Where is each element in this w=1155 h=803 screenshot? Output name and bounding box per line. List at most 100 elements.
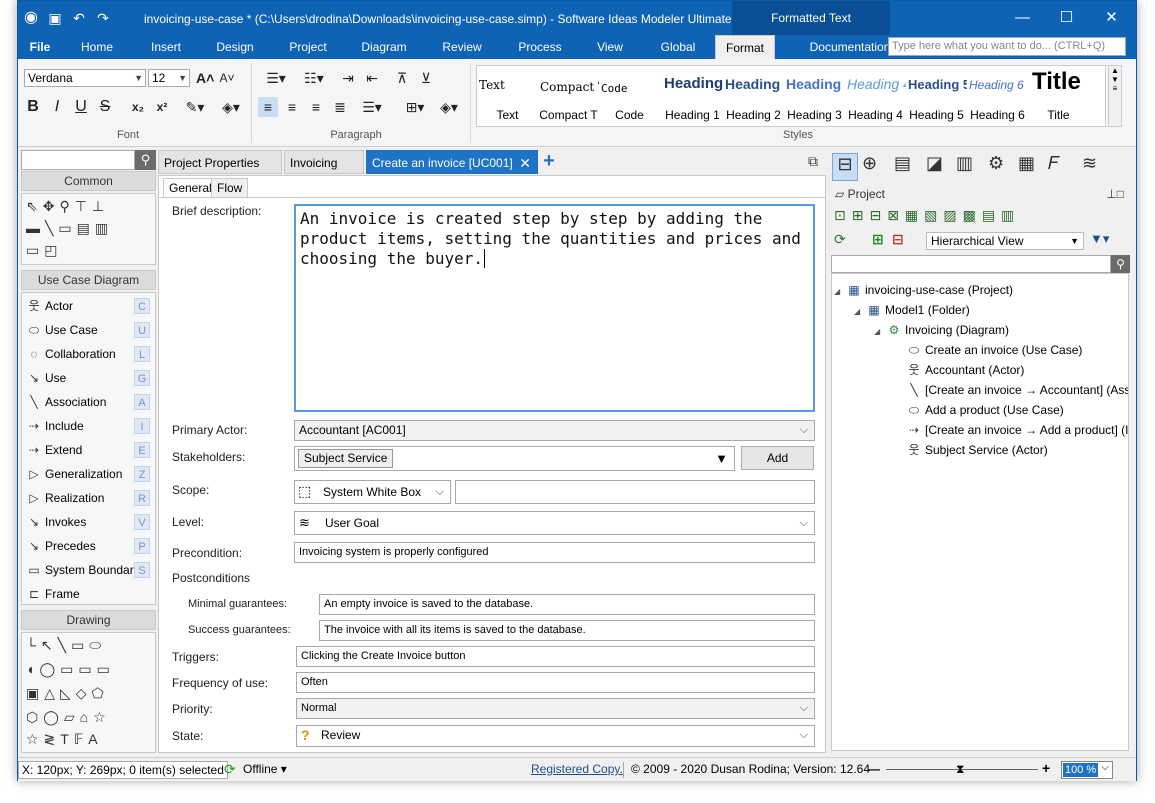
minimal-guarantees-input[interactable]: An empty invoice is saved to the databas…	[319, 594, 815, 615]
text-tool-icons[interactable]: ☆≷T𝔽A	[26, 731, 103, 748]
container-tool-icons[interactable]: ▭◰	[26, 242, 62, 259]
tab-create-an-invoice[interactable]: Create an invoice [UC001] ✕	[366, 150, 538, 174]
style-title[interactable]: Title Title	[1028, 66, 1100, 126]
state-select[interactable]: ? Review ⌵	[296, 725, 815, 747]
shape-tool-icons[interactable]: ▬╲▭▤▥	[26, 220, 113, 237]
tab-review[interactable]: Review	[430, 35, 494, 59]
zoom-select[interactable]: 100 % ⌵	[1061, 761, 1113, 779]
command-search-input[interactable]: Type here what you want to do... (CTRL+Q…	[888, 37, 1126, 56]
level-select[interactable]: ≋ User Goal ⌵	[294, 511, 815, 535]
tree-item[interactable]: ⇢ [Create an invoice → Add a product] (In…	[906, 420, 1128, 440]
view-mode-select[interactable]: Hierarchical View ▼	[926, 232, 1084, 250]
project-search-input[interactable]	[831, 255, 1111, 273]
close-button[interactable]: ✕	[1089, 1, 1134, 35]
project-action-icons[interactable]: ⊡⊞⊟⊠▦▧▨▩▤▥	[834, 207, 1020, 224]
curve-tool-icons[interactable]: ◖◯▭▭▭	[26, 661, 115, 678]
shape-tool-icons-2[interactable]: ⬡◯▱⌂☆	[26, 709, 111, 726]
close-tab-icon[interactable]: ✕	[519, 151, 531, 175]
tab-view[interactable]: View	[584, 35, 636, 59]
search-panel-icon[interactable]: ⊕	[862, 153, 877, 174]
bold-button[interactable]: B	[24, 97, 42, 117]
strikethrough-button[interactable]: S	[96, 97, 114, 117]
tool-use-case[interactable]: ⬭ Use Case U	[26, 319, 154, 341]
maximize-button[interactable]: ☐	[1044, 1, 1089, 35]
tab-insert[interactable]: Insert	[138, 35, 194, 59]
align-middle-icon[interactable]: ⊼	[392, 68, 412, 88]
project-tree-icon[interactable]: ⊟	[832, 153, 858, 181]
tool-frame[interactable]: ⊏ Frame	[26, 583, 154, 605]
tree-item[interactable]: ╲ [Create an invoice → Accountant] (Assoc	[906, 380, 1128, 400]
registered-copy-link[interactable]: Registered Copy.	[531, 762, 623, 776]
style-heading-1[interactable]: Heading Heading 1	[662, 66, 723, 126]
triggers-input[interactable]: Clicking the Create Invoice button	[296, 646, 815, 667]
tree-item[interactable]: ◢ ▦ Model1 (Folder)	[854, 300, 970, 320]
app-logo-icon[interactable]: ◉	[22, 9, 40, 27]
polygon-tool-icons[interactable]: ▣△◺◇⬠	[26, 685, 109, 702]
line-tool-icons[interactable]: └↖╲▭⬭	[26, 637, 106, 654]
font-family-combo[interactable]: Verdana ▼	[24, 69, 146, 87]
italic-button[interactable]: I	[48, 97, 66, 117]
justify-button[interactable]: ≣	[330, 97, 350, 117]
scope-detail-input[interactable]	[455, 480, 815, 504]
dropdown-arrow-icon[interactable]: ▼	[715, 449, 728, 468]
tool-include[interactable]: ⇢ Include I	[26, 415, 154, 437]
pin-icon[interactable]: ⊥□	[1106, 185, 1124, 203]
indent-increase-icon[interactable]: ⇥	[338, 68, 358, 88]
style-compact-text[interactable]: Compact TextCompact T	[538, 66, 599, 126]
offline-status[interactable]: Offline ▾	[243, 762, 287, 776]
tool-extend[interactable]: ⇢ Extend E	[26, 439, 154, 461]
style-heading-3[interactable]: Heading 3Heading 3	[784, 66, 845, 126]
panel-switch-icon[interactable]: ⧉	[808, 153, 818, 170]
tab-design[interactable]: Design	[206, 35, 264, 59]
subscript-button[interactable]: x₂	[128, 97, 148, 117]
grow-font-icon[interactable]: A˄	[196, 68, 214, 88]
stakeholder-chip[interactable]: Subject Service	[298, 449, 394, 468]
settings-icon[interactable]: ⚙	[988, 153, 1004, 174]
tree-item[interactable]: ⬭ Create an invoice (Use Case)	[906, 340, 1083, 360]
align-left-button[interactable]: ≡	[258, 97, 278, 117]
priority-select[interactable]: Normal ⌵	[296, 698, 815, 719]
print-icon[interactable]: ▦	[1018, 153, 1035, 174]
collapse-all-icon[interactable]: ⊟	[892, 231, 904, 248]
zoom-slider-thumb[interactable]: ⧗	[956, 762, 964, 777]
expand-all-icon[interactable]: ⊞	[872, 231, 884, 248]
tree-item[interactable]: 웃 Accountant (Actor)	[906, 360, 1024, 380]
border-icon[interactable]: ⊞▾	[400, 97, 430, 117]
tab-home[interactable]: Home	[72, 35, 122, 59]
primary-actor-select[interactable]: Accountant [AC001] ⌵	[294, 420, 815, 441]
common-tool-icons[interactable]: ⇖✥⚲⊤⊥	[26, 198, 109, 215]
brief-description-editor[interactable]: An invoice is created step by step by ad…	[294, 204, 815, 412]
superscript-button[interactable]: x²	[152, 97, 172, 117]
filter-icon[interactable]: ▼▾	[1090, 231, 1109, 247]
style-heading-6[interactable]: Heading 6 Heading 6	[967, 66, 1028, 126]
align-center-button[interactable]: ≡	[282, 97, 302, 117]
style-heading-2[interactable]: Heading 2Heading 2	[723, 66, 784, 126]
add-stakeholder-button[interactable]: Add	[741, 446, 814, 470]
tool-association[interactable]: ╲ Association A	[26, 391, 154, 413]
tab-diagram[interactable]: Diagram	[352, 35, 416, 59]
font-size-combo[interactable]: 12 ▼	[148, 69, 190, 87]
scope-select[interactable]: ⬚ System White Box ⌵	[294, 480, 451, 504]
line-spacing-icon[interactable]: ☰▾	[358, 97, 386, 117]
font-color-icon[interactable]: ✎▾	[182, 97, 208, 117]
zoom-out-icon[interactable]: —	[868, 762, 880, 776]
tool-generalization[interactable]: ▷ Generalization Z	[26, 463, 154, 485]
tab-invoicing[interactable]: Invoicing	[284, 150, 364, 174]
tool-actor[interactable]: 웃 Actor C	[26, 295, 154, 317]
style-text[interactable]: Text Text	[477, 66, 538, 126]
align-bottom-icon[interactable]: ⊻	[416, 68, 436, 88]
tree-item[interactable]: ◢ ⚙ Invoicing (Diagram)	[874, 320, 1009, 340]
tool-invokes[interactable]: ↘ Invokes V	[26, 511, 154, 533]
search-icon[interactable]: ⚲	[135, 150, 156, 170]
refresh-icon[interactable]: ⟳	[834, 231, 846, 248]
style-heading-5[interactable]: Heading 5 Heading 5	[906, 66, 967, 126]
zoom-in-icon[interactable]: +	[1042, 760, 1050, 776]
style-code[interactable]: Code Code	[599, 66, 660, 126]
properties-icon[interactable]: ▤	[894, 153, 911, 174]
common-header[interactable]: Common	[21, 171, 156, 191]
redo-icon[interactable]: ↷	[94, 9, 112, 27]
tool-precedes[interactable]: ↘ Precedes P	[26, 535, 154, 557]
frequency-input[interactable]: Often	[296, 672, 815, 693]
toolbox-icon[interactable]: ▥	[956, 153, 973, 174]
tab-project[interactable]: Project	[279, 35, 337, 59]
